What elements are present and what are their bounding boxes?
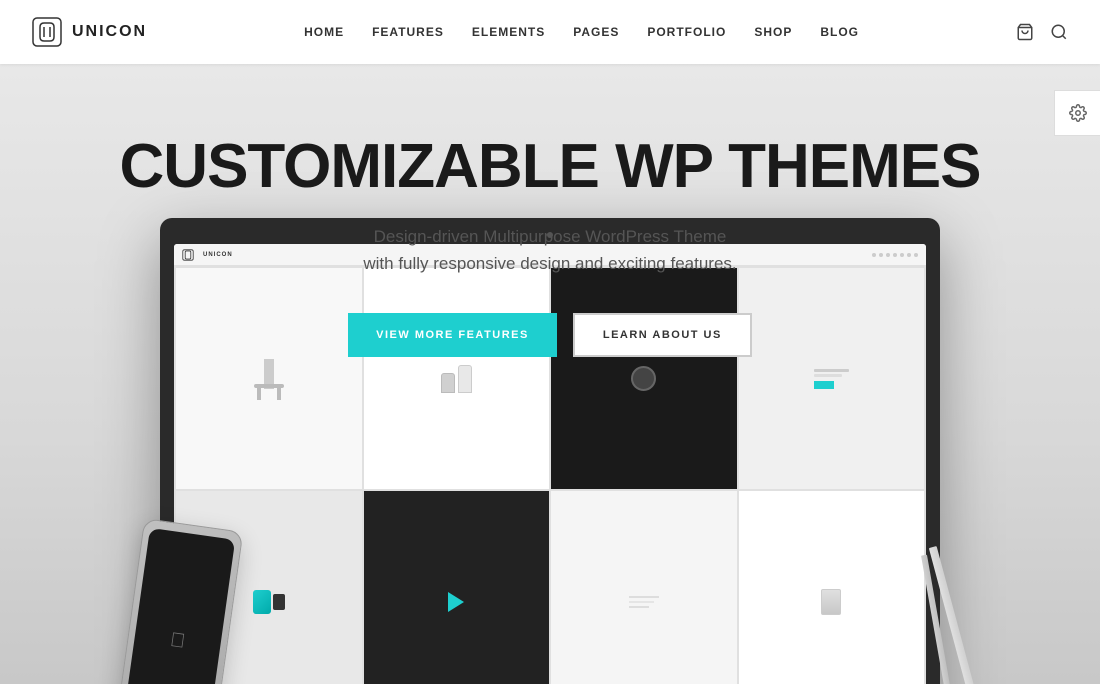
nav-icons — [1016, 23, 1068, 41]
hero-subtitle-line1: Design-driven Multipurpose WordPress The… — [374, 227, 727, 246]
nav-elements[interactable]: ELEMENTS — [472, 25, 545, 39]
hero-section: CUSTOMIZABLE WP THEMES Design-driven Mul… — [0, 64, 1100, 684]
nav-blog[interactable]: BLOG — [820, 25, 859, 39]
phone-mockup:  — [117, 518, 244, 684]
nav-features[interactable]: FEATURES — [372, 25, 444, 39]
hero-content: CUSTOMIZABLE WP THEMES Design-driven Mul… — [120, 134, 981, 357]
hero-subtitle-line2: with fully responsive design and excitin… — [363, 254, 736, 273]
screen-tile-8 — [739, 491, 925, 684]
nav-portfolio[interactable]: PORTFOLIO — [647, 25, 726, 39]
nav-pages[interactable]: PAGES — [573, 25, 619, 39]
logo-icon — [32, 17, 62, 47]
screen-tile-6 — [364, 491, 550, 684]
apple-logo:  — [169, 629, 187, 654]
logo[interactable]: UNICON — [32, 17, 147, 47]
nav-links: HOME FEATURES ELEMENTS PAGES PORTFOLIO S… — [304, 25, 859, 39]
hero-title: CUSTOMIZABLE WP THEMES — [120, 134, 981, 199]
view-more-features-button[interactable]: VIEW MORE FEATURES — [348, 313, 557, 357]
navbar: UNICON HOME FEATURES ELEMENTS PAGES PORT… — [0, 0, 1100, 64]
brand-name: UNICON — [72, 23, 147, 41]
hero-subtitle: Design-driven Multipurpose WordPress The… — [120, 223, 981, 277]
screen-tile-7 — [551, 491, 737, 684]
learn-about-us-button[interactable]: LEARN ABOUT US — [573, 313, 752, 357]
search-icon[interactable] — [1050, 23, 1068, 41]
nav-home[interactable]: HOME — [304, 25, 344, 39]
hero-buttons: VIEW MORE FEATURES LEARN ABOUT US — [120, 313, 981, 357]
settings-button[interactable] — [1054, 90, 1100, 136]
nav-shop[interactable]: SHOP — [754, 25, 792, 39]
cart-icon[interactable] — [1016, 23, 1034, 41]
phone-screen — [125, 528, 235, 684]
